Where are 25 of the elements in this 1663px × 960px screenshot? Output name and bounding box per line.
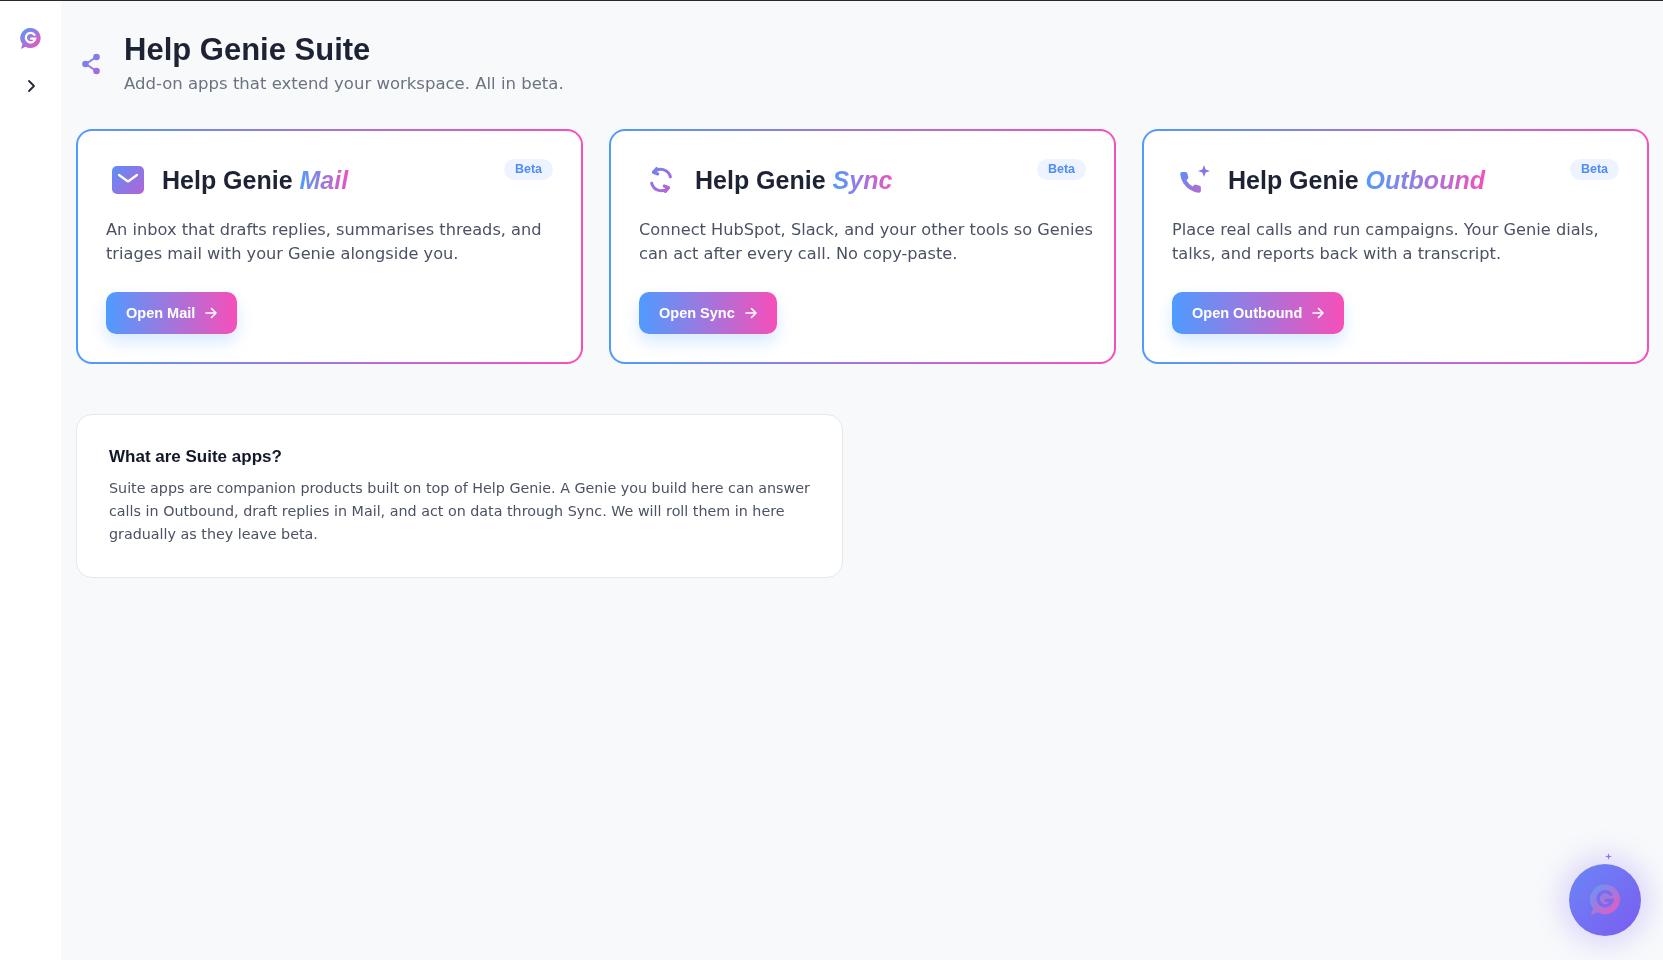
beta-badge: Beta	[503, 159, 553, 180]
card-title: Help Genie Mail	[162, 165, 352, 195]
card-title: Help Genie Outbound	[1228, 165, 1488, 195]
arrow-right-icon	[205, 307, 218, 319]
envelope-icon	[112, 165, 144, 195]
card-title: Help Genie Sync	[695, 165, 896, 195]
beta-badge: Beta	[1036, 159, 1086, 180]
logo-icon	[19, 27, 42, 50]
open-app-button[interactable]: Open Mail	[106, 292, 238, 334]
info-title: What are Suite apps?	[109, 446, 283, 468]
page-subtitle: Add-on apps that extend your workspace. All in beta.	[124, 73, 564, 95]
sparkle-icon	[1605, 853, 1612, 860]
info-text: Suite apps are companion products built on top of Help Genie. A Genie you build here can answer calls in Outbound, draft replies in Mail, and act on data through Sync. We will roll them in here gradually as they leave beta.	[109, 479, 810, 544]
arrow-right-icon	[744, 307, 757, 319]
open-app-button[interactable]: Open Sync	[639, 292, 777, 334]
page-title: Help Genie Suite	[124, 32, 372, 68]
phone-sparkle-icon	[1178, 165, 1210, 195]
card-description: Connect HubSpot, Slack, and your other tools so Genies can act after every call. No copy-paste.	[639, 219, 1094, 265]
open-app-button[interactable]: Open Outbound	[1172, 292, 1345, 334]
share-icon	[81, 52, 101, 75]
beta-badge: Beta	[1569, 159, 1619, 180]
card-description: An inbox that drafts replies, summarises threads, and triages mail with your Genie alongside you.	[106, 219, 543, 265]
chat-bubble-icon	[1588, 883, 1622, 917]
card-description: Place real calls and run campaigns. Your Genie dials, talks, and reports back with a transcript.	[1172, 219, 1600, 265]
arrow-right-icon	[1312, 307, 1325, 319]
